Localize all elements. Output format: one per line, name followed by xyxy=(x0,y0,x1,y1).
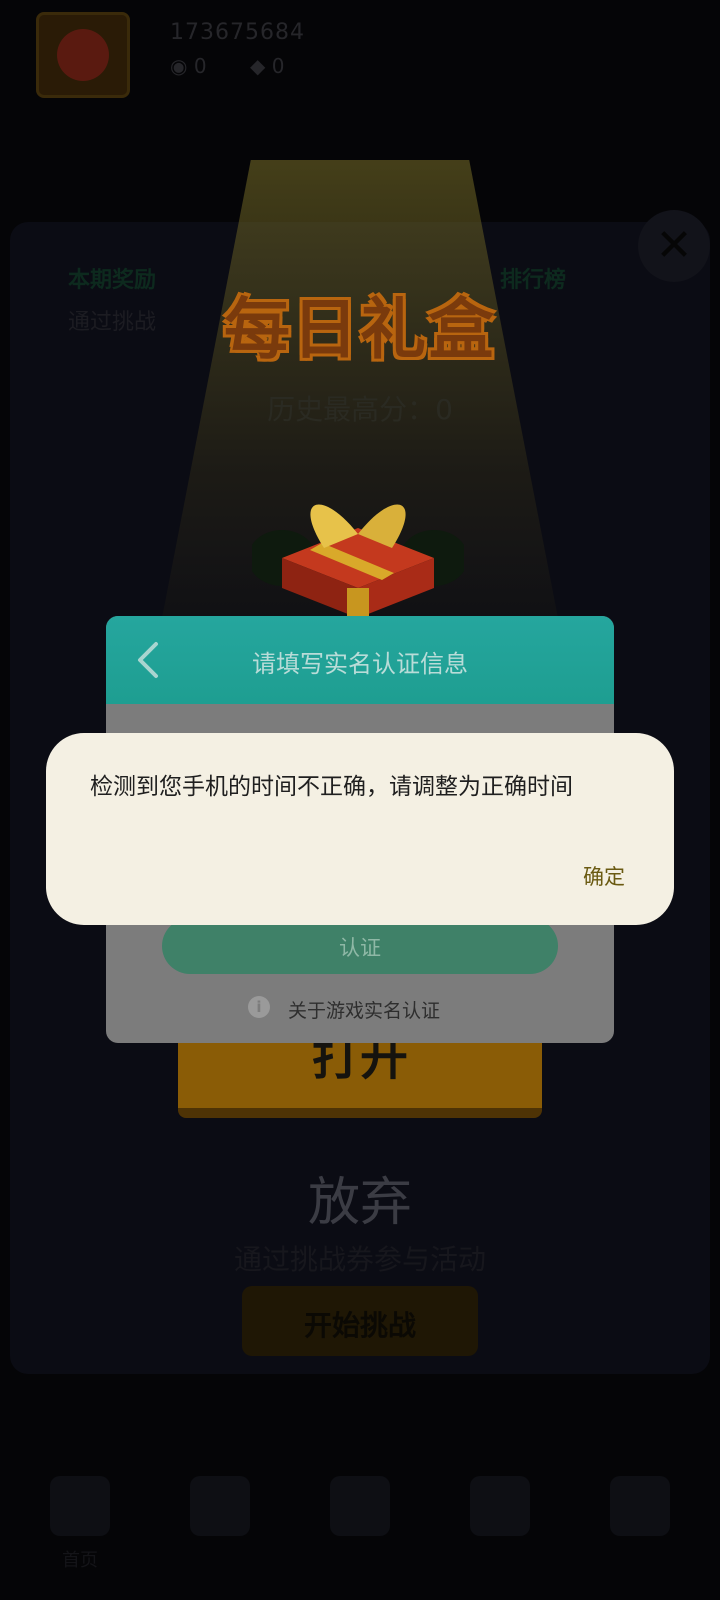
bottom-nav: 首页 xyxy=(0,1470,720,1600)
high-score: 历史最高分：0 xyxy=(267,393,453,426)
top-bar: 173675684 ◉ 0 ◆ 0 xyxy=(0,0,720,110)
confirm-button[interactable]: 确定 xyxy=(566,857,642,897)
alert-dialog: 检测到您手机的时间不正确，请调整为正确时间 确定 xyxy=(46,733,674,925)
nav-item-home[interactable]: 首页 xyxy=(20,1470,140,1580)
nav-item-2[interactable] xyxy=(160,1470,280,1580)
about-real-name-link[interactable]: 关于游戏实名认证 xyxy=(288,996,440,1023)
verify-button-label: 认证 xyxy=(339,936,381,960)
coin-icon: ◉ xyxy=(170,54,188,78)
nav-icon xyxy=(190,1476,250,1536)
nav-item-label: 首页 xyxy=(62,1550,98,1571)
nav-item-4[interactable] xyxy=(440,1470,560,1580)
start-challenge-button-label: 开始挑战 xyxy=(303,1309,416,1342)
verify-button[interactable]: 认证 xyxy=(162,918,558,974)
gem-count: ◆ 0 xyxy=(250,54,284,78)
gift-box-icon xyxy=(252,504,464,618)
nav-item-5[interactable] xyxy=(580,1470,700,1580)
nav-icon xyxy=(470,1476,530,1536)
dialog-title: 请填写实名认证信息 xyxy=(252,650,468,678)
nav-icon xyxy=(330,1476,390,1536)
gem-value: 0 xyxy=(271,54,285,78)
start-challenge-button[interactable]: 开始挑战 xyxy=(242,1286,478,1356)
nav-item-3[interactable] xyxy=(300,1470,420,1580)
dialog-header: 请填写实名认证信息 xyxy=(106,616,614,704)
nav-icon xyxy=(610,1476,670,1536)
close-icon[interactable]: ✕ xyxy=(638,210,710,282)
avatar[interactable] xyxy=(36,12,130,98)
abandon-link[interactable]: 放弃 xyxy=(0,1160,720,1235)
user-id: 173675684 xyxy=(170,20,305,45)
coin-value: 0 xyxy=(193,54,207,78)
home-icon xyxy=(50,1476,110,1536)
alert-message: 检测到您手机的时间不正确，请调整为正确时间 xyxy=(90,774,573,800)
daily-gift-title: 每日礼盒 xyxy=(224,291,496,368)
coin-count: ◉ 0 xyxy=(170,54,207,78)
gem-icon: ◆ xyxy=(250,54,266,78)
info-icon: i xyxy=(248,996,270,1018)
coupon-hint: 通过挑战券参与活动 xyxy=(233,1243,486,1276)
